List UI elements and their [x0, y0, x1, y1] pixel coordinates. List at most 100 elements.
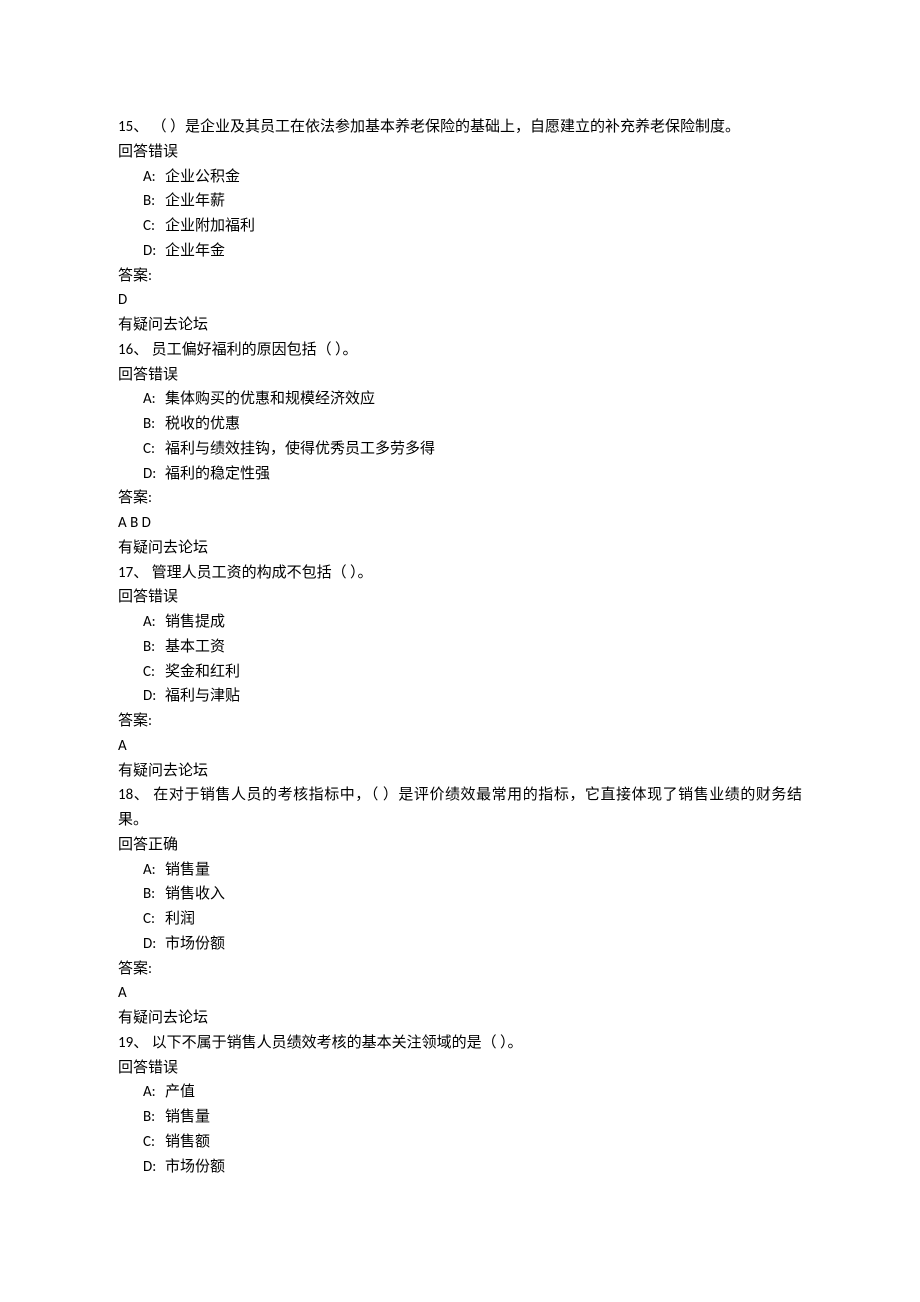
question-number: 19、 — [118, 1034, 152, 1052]
option-text: 福利与绩效挂钩，使得优秀员工多劳多得 — [165, 437, 802, 462]
option-text: 销售提成 — [165, 610, 802, 635]
question-feedback: 回答错误 — [118, 585, 802, 610]
option-text: 福利的稳定性强 — [165, 462, 802, 487]
question-block: 15、 （ ）是企业及其员工在依法参加基本养老保险的基础上，自愿建立的补充养老保… — [118, 115, 802, 338]
question-number: 17、 — [118, 564, 152, 582]
option-text: 产值 — [165, 1080, 802, 1105]
question-feedback: 回答错误 — [118, 1056, 802, 1081]
question-feedback: 回答错误 — [118, 363, 802, 388]
option-text: 销售量 — [165, 1105, 802, 1130]
answer-label: 答案: — [118, 957, 802, 982]
option-label: B: — [143, 189, 165, 214]
question-stem-text: 以下不属于销售人员绩效考核的基本关注领域的是（ ）。 — [152, 1034, 523, 1052]
option-label: A: — [143, 858, 165, 883]
question-options: A: 集体购买的优惠和规模经济效应B: 税收的优惠C: 福利与绩效挂钩，使得优秀… — [118, 387, 802, 486]
option-text: 企业年金 — [165, 239, 802, 264]
question-option: B: 销售量 — [143, 1105, 802, 1130]
question-block: 19、 以下不属于销售人员绩效考核的基本关注领域的是（ ）。回答错误A: 产值B… — [118, 1031, 802, 1180]
question-option: A: 集体购买的优惠和规模经济效应 — [143, 387, 802, 412]
forum-link[interactable]: 有疑问去论坛 — [118, 759, 802, 784]
option-label: C: — [143, 907, 165, 932]
option-label: A: — [143, 1080, 165, 1105]
question-option: B: 税收的优惠 — [143, 412, 802, 437]
question-option: A: 产值 — [143, 1080, 802, 1105]
question-option: D: 市场份额 — [143, 1155, 802, 1180]
option-label: D: — [143, 462, 165, 487]
question-block: 17、 管理人员工资的构成不包括（ ）。回答错误A: 销售提成B: 基本工资C:… — [118, 561, 802, 784]
option-label: A: — [143, 165, 165, 190]
forum-link[interactable]: 有疑问去论坛 — [118, 536, 802, 561]
option-label: B: — [143, 882, 165, 907]
question-options: A: 销售量B: 销售收入C: 利润D: 市场份额 — [118, 858, 802, 957]
question-options: A: 企业公积金B: 企业年薪C: 企业附加福利D: 企业年金 — [118, 165, 802, 264]
answer-label: 答案: — [118, 709, 802, 734]
forum-link[interactable]: 有疑问去论坛 — [118, 1006, 802, 1031]
forum-link[interactable]: 有疑问去论坛 — [118, 313, 802, 338]
option-text: 企业公积金 — [165, 165, 802, 190]
question-options: A: 销售提成B: 基本工资C: 奖金和红利D: 福利与津贴 — [118, 610, 802, 709]
question-option: D: 福利的稳定性强 — [143, 462, 802, 487]
question-option: C: 销售额 — [143, 1130, 802, 1155]
question-stem-text: 员工偏好福利的原因包括（ ）。 — [152, 341, 358, 359]
question-option: C: 企业附加福利 — [143, 214, 802, 239]
question-option: C: 利润 — [143, 907, 802, 932]
option-text: 市场份额 — [165, 932, 802, 957]
question-stem: 15、 （ ）是企业及其员工在依法参加基本养老保险的基础上，自愿建立的补充养老保… — [118, 115, 802, 140]
question-stem-text: 在对于销售人员的考核指标中，（ ）是评价绩效最常用的指标，它直接体现了销售业绩的… — [118, 786, 802, 829]
question-block: 18、 在对于销售人员的考核指标中，（ ）是评价绩效最常用的指标，它直接体现了销… — [118, 783, 802, 1031]
question-stem: 16、 员工偏好福利的原因包括（ ）。 — [118, 338, 802, 363]
question-feedback: 回答错误 — [118, 140, 802, 165]
option-label: D: — [143, 932, 165, 957]
option-label: B: — [143, 412, 165, 437]
question-number: 18、 — [118, 786, 153, 804]
option-label: C: — [143, 214, 165, 239]
option-label: A: — [143, 387, 165, 412]
option-text: 税收的优惠 — [165, 412, 802, 437]
question-stem: 17、 管理人员工资的构成不包括（ ）。 — [118, 561, 802, 586]
option-text: 利润 — [165, 907, 802, 932]
question-option: B: 基本工资 — [143, 635, 802, 660]
question-stem: 18、 在对于销售人员的考核指标中，（ ）是评价绩效最常用的指标，它直接体现了销… — [118, 783, 802, 833]
option-text: 集体购买的优惠和规模经济效应 — [165, 387, 802, 412]
answer-value: A — [118, 981, 802, 1006]
question-option: C: 奖金和红利 — [143, 660, 802, 685]
option-text: 市场份额 — [165, 1155, 802, 1180]
answer-value: A B D — [118, 511, 802, 536]
question-feedback: 回答正确 — [118, 833, 802, 858]
page-container: 15、 （ ）是企业及其员工在依法参加基本养老保险的基础上，自愿建立的补充养老保… — [0, 0, 920, 1302]
question-option: A: 销售提成 — [143, 610, 802, 635]
answer-value: A — [118, 734, 802, 759]
question-number: 15、 — [118, 118, 152, 136]
question-number: 16、 — [118, 341, 152, 359]
question-block: 16、 员工偏好福利的原因包括（ ）。回答错误A: 集体购买的优惠和规模经济效应… — [118, 338, 802, 561]
option-text: 基本工资 — [165, 635, 802, 660]
answer-label: 答案: — [118, 486, 802, 511]
option-text: 销售收入 — [165, 882, 802, 907]
answer-label: 答案: — [118, 264, 802, 289]
option-label: C: — [143, 660, 165, 685]
question-options: A: 产值B: 销售量C: 销售额D: 市场份额 — [118, 1080, 802, 1179]
answer-value: D — [118, 288, 802, 313]
question-stem-text: （ ）是企业及其员工在依法参加基本养老保险的基础上，自愿建立的补充养老保险制度。 — [152, 118, 740, 136]
option-label: B: — [143, 1105, 165, 1130]
option-label: A: — [143, 610, 165, 635]
option-label: D: — [143, 1155, 165, 1180]
option-text: 奖金和红利 — [165, 660, 802, 685]
question-option: A: 销售量 — [143, 858, 802, 883]
question-option: D: 市场份额 — [143, 932, 802, 957]
question-stem-text: 管理人员工资的构成不包括（ ）。 — [152, 564, 373, 582]
option-text: 销售额 — [165, 1130, 802, 1155]
option-text: 企业年薪 — [165, 189, 802, 214]
question-option: B: 销售收入 — [143, 882, 802, 907]
option-label: D: — [143, 239, 165, 264]
question-option: D: 企业年金 — [143, 239, 802, 264]
option-label: D: — [143, 684, 165, 709]
question-option: C: 福利与绩效挂钩，使得优秀员工多劳多得 — [143, 437, 802, 462]
option-text: 企业附加福利 — [165, 214, 802, 239]
question-option: B: 企业年薪 — [143, 189, 802, 214]
option-label: C: — [143, 1130, 165, 1155]
question-stem: 19、 以下不属于销售人员绩效考核的基本关注领域的是（ ）。 — [118, 1031, 802, 1056]
question-option: D: 福利与津贴 — [143, 684, 802, 709]
question-option: A: 企业公积金 — [143, 165, 802, 190]
option-text: 福利与津贴 — [165, 684, 802, 709]
